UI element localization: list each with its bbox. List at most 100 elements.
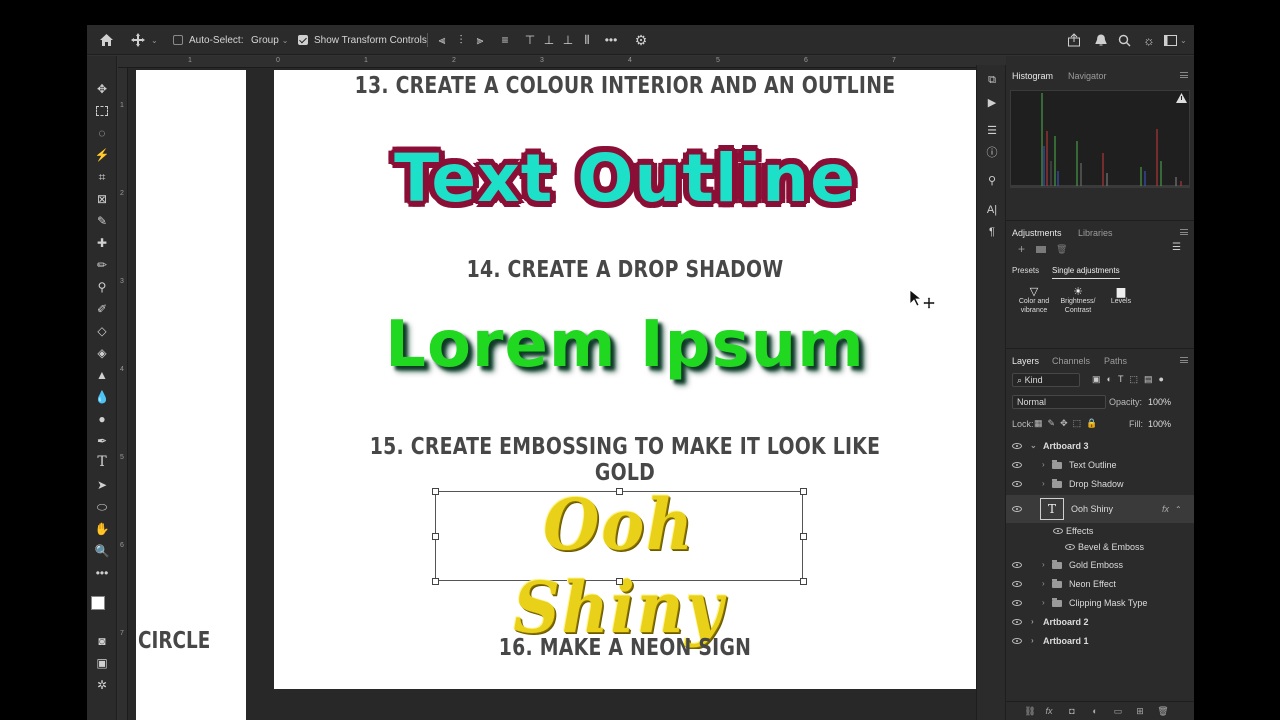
blur-tool-icon[interactable]: 💧 (93, 388, 111, 406)
distribute-v-icon[interactable]: ⫴ (579, 32, 595, 48)
transform-handle[interactable] (616, 488, 623, 495)
paint-bucket-icon[interactable]: ◈ (93, 344, 111, 362)
foreground-color-swatch[interactable] (91, 596, 105, 610)
history-icon[interactable]: ⧉ (985, 73, 999, 87)
lock-artboard-icon[interactable]: ⬚ (1073, 418, 1082, 429)
share-icon[interactable] (1067, 25, 1081, 55)
more-tools-icon[interactable]: ••• (93, 564, 111, 582)
layer-artboard-3[interactable]: ⌄ Artboard 3 (1006, 436, 1194, 455)
blend-mode-select[interactable]: Normal (1012, 395, 1106, 409)
chevron-right-icon[interactable]: › (1042, 560, 1052, 569)
distribute-icon[interactable]: ≡ (497, 32, 513, 48)
link-icon[interactable]: ⛓ (1024, 705, 1036, 717)
checkbox-unchecked-icon[interactable] (173, 35, 183, 45)
presets-tab[interactable]: Presets (1012, 266, 1039, 275)
trash-icon[interactable]: 🗑 (1056, 244, 1067, 255)
artboard-3[interactable]: 13. CREATE A COLOUR INTERIOR AND AN OUTL… (274, 70, 976, 689)
adjustment-filter-icon[interactable]: ◐ (1107, 374, 1112, 385)
dodge-tool-icon[interactable]: ● (93, 410, 111, 428)
stamp-icon[interactable]: ⚲ (985, 173, 999, 187)
bell-icon[interactable] (1095, 25, 1107, 55)
transform-handle[interactable] (800, 533, 807, 540)
transform-handle[interactable] (432, 578, 439, 585)
fx-icon[interactable]: fx (1043, 705, 1055, 717)
layer-text-outline[interactable]: › Text Outline (1006, 455, 1194, 474)
lock-pixels-icon[interactable]: ✎ (1048, 418, 1056, 429)
transform-handle[interactable] (432, 488, 439, 495)
color-vibrance-adjustment[interactable]: ▽ Color and vibrance (1014, 287, 1054, 315)
folder-icon[interactable] (1036, 246, 1046, 253)
info-icon[interactable]: ⓘ (985, 145, 999, 159)
actions-play-icon[interactable]: ▶ (985, 95, 999, 109)
chevron-right-icon[interactable]: › (1031, 636, 1041, 645)
artboard-left-partial[interactable]: CIRCLE (136, 70, 246, 720)
type-filter-icon[interactable]: T (1118, 374, 1124, 385)
layer-effects-group[interactable]: Effects (1006, 523, 1194, 539)
transform-handle[interactable] (432, 533, 439, 540)
tab-navigator[interactable]: Navigator (1068, 71, 1107, 81)
ellipse-tool-icon[interactable]: ⬭ (93, 498, 111, 516)
add-icon[interactable]: + (1018, 242, 1025, 256)
document-canvas-area[interactable]: 1 0 1 2 3 4 5 6 7 1 2 3 4 5 6 7 CIRCLE 1… (118, 56, 1006, 720)
healing-brush-icon[interactable]: ✚ (93, 234, 111, 252)
warning-icon[interactable] (1176, 93, 1187, 103)
auto-select-checkbox[interactable]: Auto-Select: (173, 25, 243, 55)
workspace-icon[interactable]: ⌄ (1164, 25, 1187, 55)
shape-filter-icon[interactable]: ⬚ (1129, 374, 1138, 385)
marquee-tool-icon[interactable] (93, 102, 111, 120)
move-tool-icon[interactable]: ⌄ (131, 25, 158, 55)
transform-handle[interactable] (800, 578, 807, 585)
chevron-right-icon[interactable]: › (1042, 479, 1052, 488)
more-options-icon[interactable]: ••• (603, 25, 619, 55)
horizontal-ruler[interactable]: 1 0 1 2 3 4 5 6 7 (118, 56, 1006, 68)
align-top-icon[interactable]: ⊤ (522, 32, 538, 48)
visibility-eye-icon[interactable] (1012, 637, 1022, 644)
eyedropper-icon[interactable]: ✎ (93, 212, 111, 230)
move-tool-icon[interactable]: ✥ (93, 80, 111, 98)
single-adjustments-tab[interactable]: Single adjustments (1052, 266, 1120, 279)
new-layer-icon[interactable]: ⊞ (1134, 705, 1146, 717)
properties-icon[interactable]: ☰ (985, 123, 999, 137)
chevron-down-icon[interactable]: ⌄ (151, 36, 158, 45)
list-view-icon[interactable]: ☰ (1172, 242, 1181, 253)
new-group-icon[interactable]: ▭ (1112, 705, 1124, 717)
gear-icon[interactable]: ⚙ (633, 25, 649, 55)
history-brush-icon[interactable]: ✐ (93, 300, 111, 318)
screen-mode-icon[interactable]: ▣ (93, 654, 111, 672)
crop-tool-icon[interactable]: ⌗ (93, 168, 111, 186)
chevron-right-icon[interactable]: › (1031, 617, 1041, 626)
smartobject-filter-icon[interactable]: ▤ (1144, 374, 1153, 385)
visibility-eye-icon[interactable] (1012, 506, 1022, 512)
lasso-tool-icon[interactable]: ◌ (93, 124, 111, 142)
vertical-ruler[interactable]: 1 2 3 4 5 6 7 (118, 68, 128, 720)
checkbox-checked-icon[interactable] (298, 35, 308, 45)
pen-tool-icon[interactable]: ✒ (93, 432, 111, 450)
show-transform-checkbox[interactable]: Show Transform Controls (298, 25, 427, 55)
group-select[interactable]: Group ⌄ (251, 25, 289, 55)
layer-gold-emboss[interactable]: › Gold Emboss (1006, 555, 1194, 574)
chevron-down-icon[interactable]: ⌄ (1030, 441, 1040, 450)
chevron-right-icon[interactable]: › (1042, 598, 1052, 607)
quick-mask-icon[interactable]: ◙ (93, 632, 111, 650)
lightbulb-icon[interactable]: ☼ (1141, 25, 1157, 55)
ooh-shiny-layer[interactable]: Ooh Shiny (450, 483, 789, 649)
trash-icon[interactable]: 🗑 (1157, 705, 1169, 717)
visibility-eye-icon[interactable] (1053, 528, 1063, 534)
brightness-contrast-adjustment[interactable]: ☀ Brightness/ Contrast (1057, 287, 1099, 315)
drop-shadow-layer[interactable]: Lorem Ipsum (274, 308, 976, 382)
align-bottom-icon[interactable]: ⊥ (560, 32, 576, 48)
visibility-eye-icon[interactable] (1012, 580, 1022, 587)
chevron-right-icon[interactable]: › (1042, 579, 1052, 588)
layer-clipping-mask-type[interactable]: › Clipping Mask Type (1006, 593, 1194, 612)
lock-all-icon[interactable]: 🔒 (1086, 418, 1097, 429)
visibility-eye-icon[interactable] (1012, 599, 1022, 606)
home-icon[interactable] (99, 25, 114, 55)
text-outline-layer[interactable]: Text Outline (274, 140, 976, 217)
opacity-value[interactable]: 100% (1148, 397, 1171, 407)
chevron-right-icon[interactable]: › (1042, 460, 1052, 469)
zoom-tool-icon[interactable]: 🔍 (93, 542, 111, 560)
frame-tool-icon[interactable]: ⊠ (93, 190, 111, 208)
edit-toolbar-icon[interactable]: ✲ (93, 676, 111, 694)
layer-artboard-2[interactable]: › Artboard 2 (1006, 612, 1194, 631)
search-icon[interactable] (1118, 25, 1131, 55)
